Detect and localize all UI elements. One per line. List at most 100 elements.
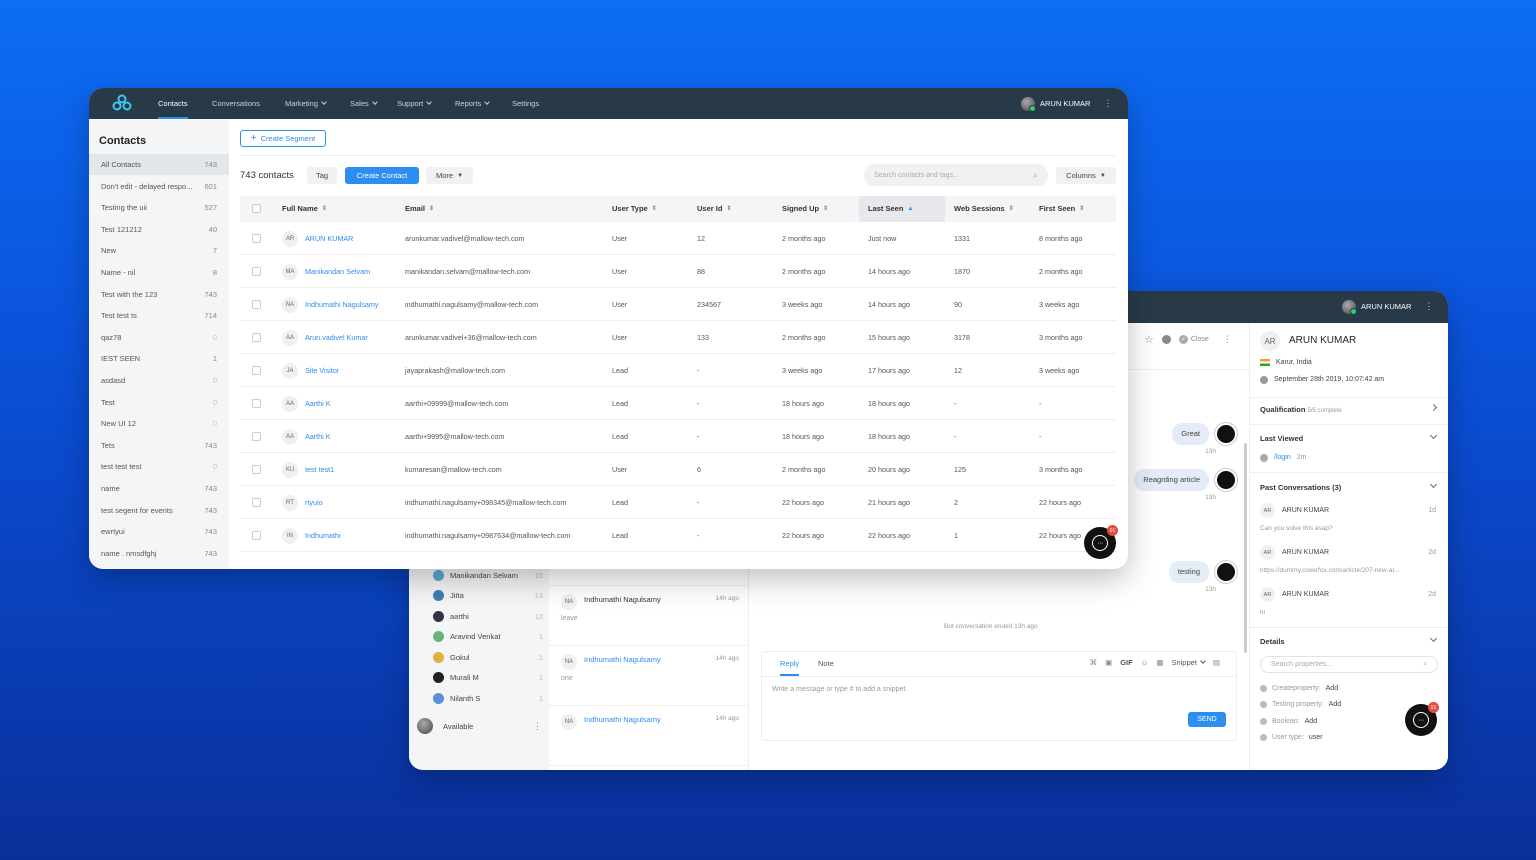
past-conv-name[interactable]: ARUN KUMAR bbox=[1282, 549, 1329, 556]
row-checkbox[interactable] bbox=[252, 399, 261, 408]
property-value[interactable]: Add bbox=[1329, 701, 1341, 708]
create-contact-button[interactable]: Create Contact bbox=[345, 167, 419, 184]
past-conv-name[interactable]: ARUN KUMAR bbox=[1282, 507, 1329, 514]
segment-item[interactable]: test segent for events 743 bbox=[89, 500, 229, 521]
table-row[interactable]: MA Manikandan Selvam manikandan.selvam@mal… bbox=[240, 255, 1116, 288]
image-icon[interactable]: ▣ bbox=[1105, 658, 1112, 667]
column-header-full-name[interactable]: Full Name ⇕ bbox=[282, 196, 327, 222]
agent-item[interactable]: Jitta 13 bbox=[433, 586, 543, 606]
app-logo-icon[interactable] bbox=[112, 94, 132, 112]
contact-name-link[interactable]: Aarthi K bbox=[305, 387, 331, 420]
inbox-user-menu[interactable]: ARUN KUMAR ⋮ bbox=[1342, 291, 1433, 322]
property-value[interactable]: user bbox=[1309, 734, 1323, 741]
contact-name-link[interactable]: Site Visitor bbox=[305, 354, 339, 387]
past-conv-name[interactable]: ARUN KUMAR bbox=[1282, 591, 1329, 598]
table-row[interactable]: AA Arun.vadivel Kumar arunkumar.vadivel+36… bbox=[240, 321, 1116, 354]
segment-item[interactable]: Don't edit - delayed respo... 601 bbox=[89, 176, 229, 197]
chevron-down-icon[interactable] bbox=[1429, 634, 1438, 643]
snippet-button[interactable]: Snippet bbox=[1171, 658, 1206, 667]
segment-item[interactable]: All Contacts 743 bbox=[89, 154, 229, 175]
table-row[interactable]: IN Indhumathi indhumathi.nagulsamy+0987634… bbox=[240, 519, 1116, 552]
nav-item-settings[interactable]: Settings bbox=[512, 88, 539, 119]
chat-launcher[interactable]: ··· 91 bbox=[1405, 702, 1439, 736]
table-row[interactable]: AR ARUN KUMAR arunkumar.vadivel@mallow-tec… bbox=[240, 222, 1116, 255]
segment-item[interactable]: Testing the uii 527 bbox=[89, 197, 229, 218]
column-header-first-seen[interactable]: First Seen ⇕ bbox=[1039, 196, 1084, 222]
agent-item[interactable]: Gokul 1 bbox=[433, 647, 543, 667]
calendar-icon[interactable]: ▦ bbox=[1156, 658, 1163, 667]
conversation-item[interactable]: NA Indhumathi Nagulsamy 14h ago bbox=[549, 706, 749, 766]
details-title[interactable]: Details bbox=[1260, 637, 1285, 646]
star-icon[interactable]: ☆ bbox=[1144, 333, 1154, 346]
last-viewed-link[interactable]: /login bbox=[1274, 454, 1291, 462]
chat-launcher[interactable]: ··· 91 bbox=[1084, 525, 1118, 559]
row-checkbox[interactable] bbox=[252, 300, 261, 309]
segment-item[interactable]: name . nmsdfghj 743 bbox=[89, 543, 229, 564]
nav-item-sales[interactable]: Sales bbox=[350, 88, 378, 119]
gif-button[interactable]: GIF bbox=[1120, 658, 1133, 667]
reply-tab[interactable]: Reply bbox=[780, 652, 800, 676]
user-menu[interactable]: ARUN KUMAR ⋮ bbox=[1021, 88, 1112, 119]
nav-item-contacts[interactable]: Contacts bbox=[158, 88, 188, 119]
segment-item[interactable]: Test 0 bbox=[89, 392, 229, 413]
segment-item[interactable]: Test with the 123 743 bbox=[89, 284, 229, 305]
send-button[interactable]: SEND bbox=[1188, 712, 1226, 727]
property-value[interactable]: Add bbox=[1305, 718, 1317, 725]
agent-item[interactable]: aarthi 12 bbox=[433, 606, 543, 626]
scrollbar[interactable] bbox=[1244, 443, 1247, 653]
segment-item[interactable]: Test 121212 40 bbox=[89, 219, 229, 240]
contact-name-link[interactable]: ARUN KUMAR bbox=[305, 222, 353, 255]
table-row[interactable]: RT rtyuio indhumathi.nagulsamy+098345@mall… bbox=[240, 486, 1116, 519]
row-checkbox[interactable] bbox=[252, 531, 261, 540]
article-icon[interactable]: ▤ bbox=[1213, 658, 1220, 667]
agent-item[interactable]: Aravind Venkat 1 bbox=[433, 627, 543, 647]
segment-item[interactable]: ewrtyui 743 bbox=[89, 521, 229, 542]
nav-item-marketing[interactable]: Marketing bbox=[285, 88, 327, 119]
segment-item[interactable]: Name - nil 8 bbox=[89, 262, 229, 283]
status-bar[interactable]: Available ⋮ bbox=[417, 718, 542, 734]
more-vert-icon[interactable]: ⋮ bbox=[1103, 88, 1112, 119]
chevron-down-icon[interactable] bbox=[1429, 480, 1438, 489]
emoji-icon[interactable]: ☺ bbox=[1141, 658, 1149, 667]
segment-item[interactable]: name 743 bbox=[89, 478, 229, 499]
close-button[interactable]: ✓ Close bbox=[1178, 335, 1209, 344]
column-header-last-seen[interactable]: Last Seen ▲ bbox=[859, 196, 945, 222]
chevron-right-icon[interactable] bbox=[1429, 403, 1438, 412]
chevron-down-icon[interactable] bbox=[1429, 431, 1438, 440]
tag-button[interactable]: Tag bbox=[307, 167, 337, 184]
conversation-item[interactable]: NA Indhumathi Nagulsamy 14h ago leave bbox=[549, 586, 749, 646]
segment-item[interactable]: Test test ts 714 bbox=[89, 305, 229, 326]
table-row[interactable]: NA Indhumathi Nagulsamy indhumathi.nagulsa… bbox=[240, 288, 1116, 321]
column-header-user-id[interactable]: User Id ⇕ bbox=[697, 196, 731, 222]
status-more-icon[interactable]: ⋮ bbox=[533, 721, 542, 732]
contact-name-link[interactable]: Indhumathi bbox=[305, 519, 341, 552]
segment-item[interactable]: asdasd 0 bbox=[89, 370, 229, 391]
conv-more-icon[interactable]: ⋮ bbox=[1223, 334, 1232, 345]
qualification-section[interactable]: Qualification 5/5 complete bbox=[1260, 405, 1342, 414]
nav-item-conversations[interactable]: Conversations bbox=[212, 88, 260, 119]
create-segment-button[interactable]: + Create Segment bbox=[240, 130, 326, 147]
segment-item[interactable]: Tets 743 bbox=[89, 435, 229, 456]
segment-item[interactable]: New UI 12 0 bbox=[89, 413, 229, 434]
segment-item[interactable]: New 7 bbox=[89, 240, 229, 261]
snooze-icon[interactable] bbox=[1161, 335, 1171, 344]
segment-item[interactable]: test test test 0 bbox=[89, 456, 229, 477]
column-header-user-type[interactable]: User Type ⇕ bbox=[612, 196, 657, 222]
agent-item[interactable]: Nilanth S 1 bbox=[433, 688, 543, 708]
conversation-item[interactable]: NA Indhumathi Nagulsamy 14h ago one bbox=[549, 646, 749, 706]
agent-item[interactable]: Murali M 1 bbox=[433, 668, 543, 688]
contact-search[interactable]: Search contacts and tags... ⌕ bbox=[864, 164, 1048, 186]
table-row[interactable]: AA Aarthi K aarthi+9995@mallow-tech.com Lea… bbox=[240, 420, 1116, 453]
contact-name-link[interactable]: Indhumathi Nagulsamy bbox=[305, 288, 379, 321]
row-checkbox[interactable] bbox=[252, 267, 261, 276]
row-checkbox[interactable] bbox=[252, 234, 261, 243]
table-row[interactable]: AA Aarthi K aarthi+09999@mallow-tech.com Le… bbox=[240, 387, 1116, 420]
contact-name-link[interactable]: Arun.vadivel Kumar bbox=[305, 321, 368, 354]
note-tab[interactable]: Note bbox=[818, 652, 834, 676]
nav-item-reports[interactable]: Reports bbox=[455, 88, 491, 119]
contact-name-link[interactable]: test test1 bbox=[305, 453, 334, 486]
row-checkbox[interactable] bbox=[252, 432, 261, 441]
property-search[interactable]: Search properties... ⌕ bbox=[1260, 656, 1438, 673]
row-checkbox[interactable] bbox=[252, 333, 261, 342]
column-header-email[interactable]: Email ⇕ bbox=[405, 196, 434, 222]
